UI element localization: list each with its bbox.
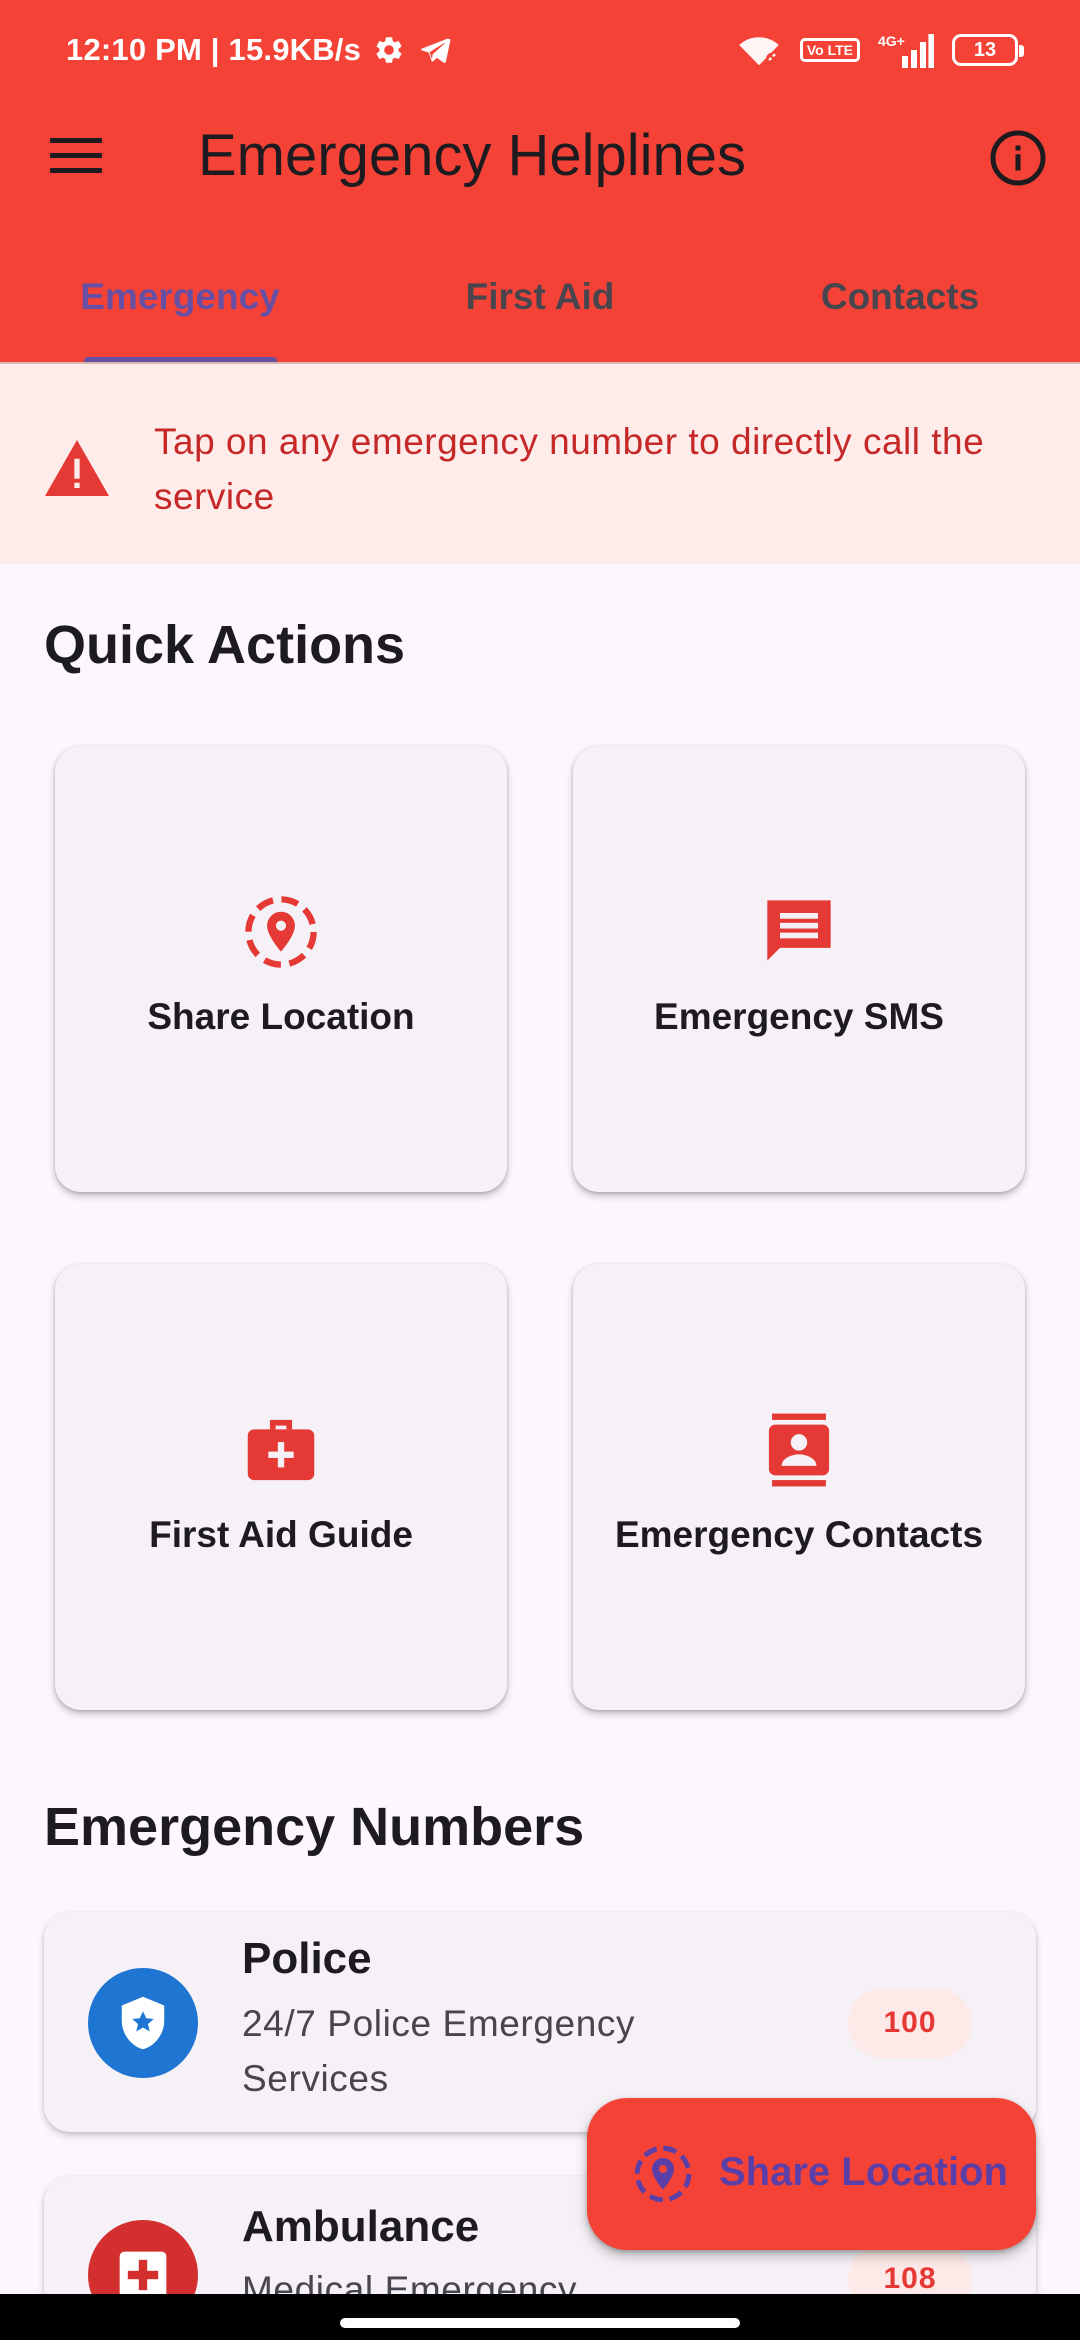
- share-location-card[interactable]: Share Location: [55, 746, 507, 1192]
- share-location-icon: [634, 2145, 692, 2203]
- menu-button[interactable]: [44, 128, 110, 184]
- info-icon: [990, 130, 1046, 186]
- emergency-numbers-title: Emergency Numbers: [44, 1797, 585, 1857]
- tab-first-aid[interactable]: First Aid: [360, 256, 720, 364]
- page-title: Emergency Helplines: [198, 123, 747, 188]
- volte-indicator: Vo LTE: [799, 38, 860, 62]
- app-bar: Emergency Helplines: [0, 100, 1080, 212]
- home-indicator[interactable]: [340, 2318, 740, 2328]
- status-right: Vo LTE 4G+ 13: [736, 28, 1024, 72]
- police-description: 24/7 Police Emergency Services: [242, 2003, 636, 2099]
- first-aid-guide-card[interactable]: First Aid Guide: [55, 1264, 507, 1710]
- contacts-icon: [759, 1410, 839, 1490]
- app-header: 12:10 PM | 15.9KB/s Vo LTE 4G+ 13 Emerge…: [0, 0, 1080, 364]
- telegram-icon: [417, 34, 453, 66]
- wifi-icon: [736, 32, 782, 68]
- status-bar: 12:10 PM | 15.9KB/s Vo LTE 4G+ 13: [0, 0, 1080, 100]
- battery-indicator: 13: [952, 34, 1024, 66]
- settings-gear-icon: [373, 34, 405, 66]
- info-button[interactable]: [986, 126, 1050, 190]
- tab-bar: Emergency First Aid Contacts: [0, 256, 1080, 364]
- police-avatar: [88, 1968, 198, 2078]
- signal-icon: 4G+: [878, 32, 934, 68]
- status-left: 12:10 PM | 15.9KB/s: [66, 30, 453, 70]
- emergency-sms-card[interactable]: Emergency SMS: [573, 746, 1025, 1192]
- tab-contacts[interactable]: Contacts: [720, 256, 1080, 364]
- emergency-contacts-card[interactable]: Emergency Contacts: [573, 1264, 1025, 1710]
- share-location-fab[interactable]: Share Location: [587, 2098, 1036, 2250]
- quick-actions-title: Quick Actions: [44, 615, 406, 675]
- hamburger-menu-icon: [50, 138, 102, 173]
- call-notice-banner: Tap on any emergency number to directly …: [0, 364, 1080, 564]
- tab-emergency[interactable]: Emergency: [0, 256, 360, 364]
- share-location-icon: [241, 892, 321, 972]
- medical-bag-icon: [241, 1410, 321, 1490]
- emergency-contacts-label: Emergency Contacts: [614, 1514, 984, 1555]
- ambulance-name: Ambulance: [242, 2202, 480, 2251]
- first-aid-guide-label: First Aid Guide: [149, 1514, 413, 1555]
- shield-icon: [121, 1996, 165, 2050]
- emergency-sms-label: Emergency SMS: [654, 996, 944, 1037]
- warning-icon: [45, 440, 109, 496]
- system-navigation-bar: [0, 2294, 1080, 2340]
- svg-text:4G+: 4G+: [878, 33, 905, 49]
- notice-text: Tap on any emergency number to directly …: [154, 421, 985, 517]
- share-location-label: Share Location: [147, 996, 415, 1037]
- police-name: Police: [242, 1934, 372, 1983]
- police-number-badge[interactable]: 100: [848, 1988, 972, 2058]
- sms-icon: [759, 892, 839, 972]
- status-time: 12:10 PM | 15.9KB/s: [66, 32, 362, 67]
- fab-label: Share Location: [719, 2150, 1008, 2194]
